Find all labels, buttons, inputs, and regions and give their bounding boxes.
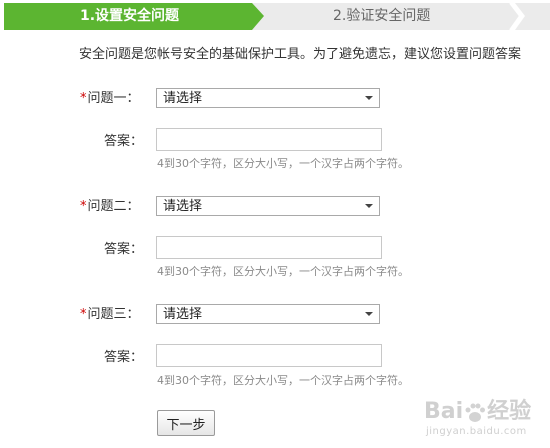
question-1-selected-value: 请选择	[163, 91, 203, 106]
question-2-label: 问题二：	[87, 199, 140, 214]
answer-1-input[interactable]	[156, 128, 382, 151]
answer-2-input[interactable]	[156, 236, 382, 259]
question-1-label-row: *问题一：	[80, 91, 140, 107]
question-1-select[interactable]: 请选择	[156, 88, 380, 108]
question-3-selected-value: 请选择	[163, 307, 203, 322]
question-2-selected-value: 请选择	[163, 199, 203, 214]
answer-3-hint: 4到30个字符，区分大小写，一个汉字占两个字符。	[157, 374, 409, 387]
paw-icon	[465, 403, 485, 422]
question-3-label: 问题三：	[87, 307, 140, 322]
answer-1-label: 答案：	[104, 134, 144, 149]
step-1-label: 1.设置安全问题	[80, 8, 180, 24]
required-mark: *	[80, 307, 87, 322]
question-1-label: 问题一：	[87, 91, 140, 106]
chevron-down-icon	[365, 312, 373, 316]
step-2-label: 2.验证安全问题	[333, 8, 431, 24]
answer-2-label: 答案：	[104, 242, 144, 257]
chevron-down-icon	[365, 204, 373, 208]
baidu-watermark: Bai 经验 jingyan.baidu.com	[420, 398, 545, 444]
answer-1-hint: 4到30个字符，区分大小写，一个汉字占两个字符。	[157, 157, 409, 170]
next-step-button[interactable]: 下一步	[157, 410, 215, 436]
intro-text: 安全问题是您帐号安全的基础保护工具。为了避免遗忘，建议您设置问题答案	[79, 47, 522, 62]
chevron-down-icon	[365, 96, 373, 100]
watermark-text-part1: Bai	[424, 399, 464, 424]
watermark-subtext: jingyan.baidu.com	[426, 426, 527, 437]
answer-3-label: 答案：	[104, 350, 144, 365]
step-progress-bar: 1.设置安全问题 2.验证安全问题	[0, 0, 550, 33]
required-mark: *	[80, 91, 87, 106]
watermark-text-part2: 经验	[487, 399, 532, 424]
required-mark: *	[80, 199, 87, 214]
answer-3-input[interactable]	[156, 344, 382, 367]
answer-2-hint: 4到30个字符，区分大小写，一个汉字占两个字符。	[157, 265, 409, 278]
question-2-select[interactable]: 请选择	[156, 196, 380, 216]
question-3-select[interactable]: 请选择	[156, 304, 380, 324]
question-2-label-row: *问题二：	[80, 199, 140, 215]
question-3-label-row: *问题三：	[80, 307, 140, 323]
